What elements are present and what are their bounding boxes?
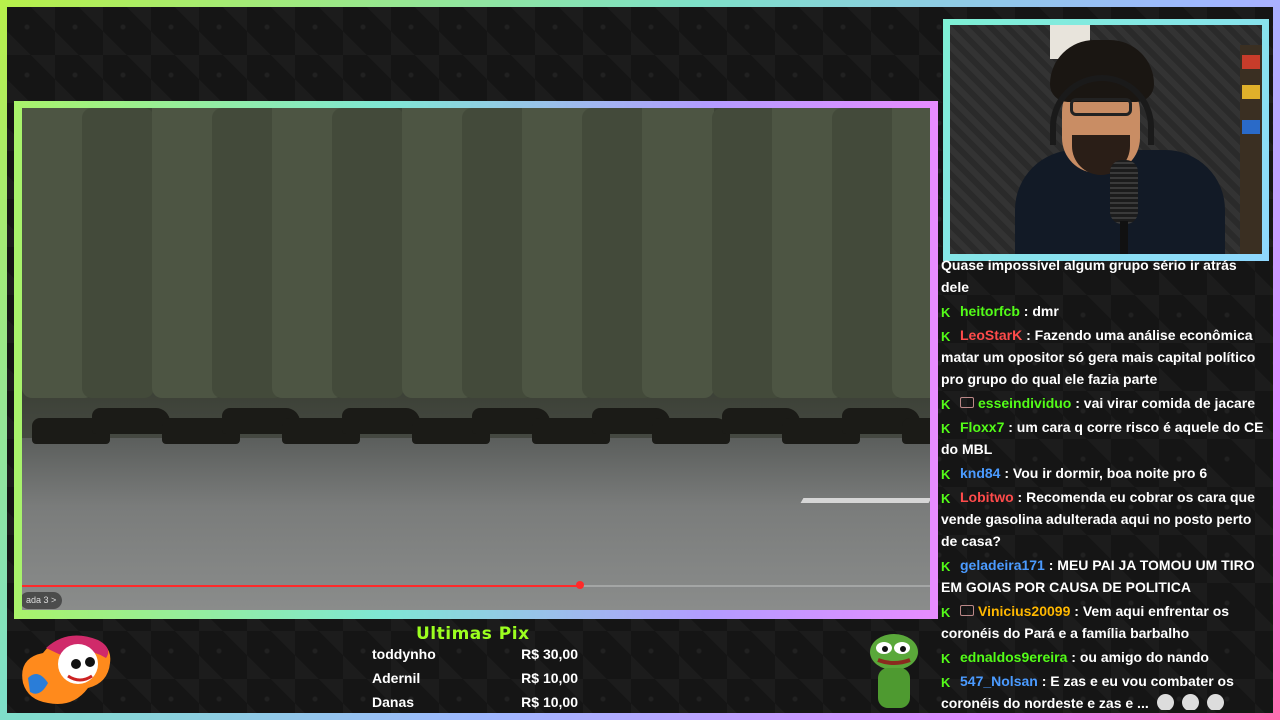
video-player[interactable]: ada 3 > <box>22 108 930 610</box>
chat-text: : ou amigo do nando <box>1067 649 1209 665</box>
book <box>1242 85 1260 99</box>
ghost-emote-icon <box>1181 694 1199 710</box>
book <box>1242 120 1260 134</box>
chat-list: Kheitorfcb : dmr K LeoStarK : Fazendo uma … <box>941 300 1271 710</box>
kick-badge-icon: K <box>941 651 951 666</box>
kick-badge-icon: K <box>941 329 951 344</box>
chat-text: : vai virar comida de jacare <box>1071 395 1256 411</box>
subscriber-icon <box>960 605 974 616</box>
ghost-emote-icon <box>1156 694 1174 710</box>
pix-amount: R$ 10,00 <box>521 694 578 710</box>
chat-message: Kknd84 : Vou ir dormir, boa noite pro 6 <box>941 462 1265 484</box>
soldier <box>332 108 404 398</box>
ghost-emote-icon <box>1206 694 1224 710</box>
progress-fill <box>22 585 581 587</box>
boot <box>342 408 420 434</box>
chat-username[interactable]: esseindividuo <box>978 395 1071 411</box>
pepe-icon <box>866 630 922 710</box>
kick-badge-icon: K <box>941 397 951 412</box>
mascot-logo <box>18 628 118 708</box>
kick-badge-icon: K <box>941 467 951 482</box>
kick-badge-icon: K <box>941 605 951 620</box>
boot <box>652 418 730 444</box>
chat-message: K Vinicius20099 : Vem aqui enfrentar os c… <box>941 600 1265 644</box>
chat-username[interactable]: Vinicius20099 <box>978 603 1070 619</box>
mic-arm <box>1120 221 1128 254</box>
chat-message: K LeoStarK : Fazendo uma análise econômic… <box>941 324 1265 390</box>
chat-message: K Floxx7 : um cara q corre risco é aquele… <box>941 416 1265 460</box>
pix-amount: R$ 10,00 <box>521 670 578 686</box>
chat-message-partial: Quase impossível algum grupo sério ir at… <box>941 257 1237 295</box>
book <box>1242 55 1260 69</box>
road-marking <box>800 498 930 503</box>
webcam-feed <box>950 25 1262 254</box>
soldier <box>892 108 930 398</box>
chat-username[interactable]: 547_Nolsan <box>960 673 1038 689</box>
kick-badge-icon: K <box>941 305 951 320</box>
chat-text: : dmr <box>1019 303 1059 319</box>
chat-panel: Quase impossível algum grupo sério ir at… <box>941 254 1271 710</box>
chat-username[interactable]: Lobitwo <box>960 489 1014 505</box>
chat-message: K 547_Nolsan : E zas e eu vou combater os… <box>941 670 1265 710</box>
chat-username[interactable]: LeoStarK <box>960 327 1022 343</box>
kick-badge-icon: K <box>941 675 951 690</box>
chat-message: Kednaldos9ereira : ou amigo do nando <box>941 646 1265 668</box>
chat-username[interactable]: knd84 <box>960 465 1000 481</box>
microphone-icon <box>1110 160 1138 224</box>
chat-message: K Lobitwo : Recomenda eu cobrar os cara q… <box>941 486 1265 552</box>
soldier <box>642 108 714 398</box>
chat-username[interactable]: Floxx7 <box>960 419 1004 435</box>
kick-badge-icon: K <box>941 421 951 436</box>
chat-username[interactable]: ednaldos9ereira <box>960 649 1067 665</box>
pix-donor-name: toddynho <box>372 646 436 662</box>
chat-message: Kgeladeira171 : MEU PAI JA TOMOU UM TIRO… <box>941 554 1265 598</box>
chat-username[interactable]: geladeira171 <box>960 557 1045 573</box>
pix-donor-name: Danas <box>372 694 415 710</box>
pix-title: Ultimas Pix <box>416 624 530 644</box>
subscriber-icon <box>960 397 974 408</box>
pix-donor-name: Adernil <box>372 670 421 686</box>
boot <box>902 418 930 444</box>
kick-badge-icon: K <box>941 559 951 574</box>
chat-message: Kheitorfcb : dmr <box>941 300 1265 322</box>
chat-text: : Vou ir dormir, boa noite pro 6 <box>1000 465 1208 481</box>
chat-message: Kesseindividuo : vai virar comida de jac… <box>941 392 1265 414</box>
boot <box>92 408 170 434</box>
soldier <box>82 108 154 398</box>
pix-amount: R$ 30,00 <box>521 646 578 662</box>
bookshelf <box>1240 45 1262 254</box>
chat-username[interactable]: heitorfcb <box>960 303 1020 319</box>
chapter-button[interactable]: ada 3 > <box>22 592 63 609</box>
kick-badge-icon: K <box>941 491 951 506</box>
